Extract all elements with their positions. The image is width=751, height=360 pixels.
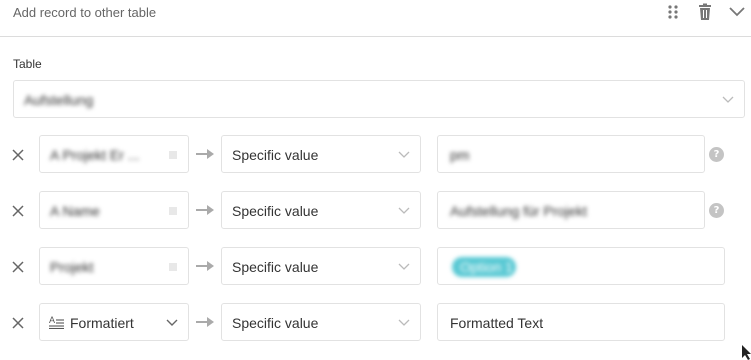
value-input[interactable]: pm xyxy=(437,135,705,173)
chevron-down-icon xyxy=(169,207,177,215)
svg-text:A: A xyxy=(49,315,55,325)
table-select[interactable]: Aufstellung xyxy=(13,80,745,118)
value-mode-select[interactable]: Specific value xyxy=(221,135,421,173)
chevron-down-icon xyxy=(169,263,177,271)
value-mode-select[interactable]: Specific value xyxy=(221,191,421,229)
source-column-value: Projekt xyxy=(50,259,94,275)
drag-handle-icon[interactable] xyxy=(663,3,683,21)
table-select-value: Aufstellung xyxy=(24,92,94,108)
remove-mapping-close-icon[interactable] xyxy=(11,204,25,218)
option-value-input[interactable]: Option 1 xyxy=(437,247,725,285)
chevron-down-icon xyxy=(398,261,410,271)
mouse-cursor-icon xyxy=(741,345,751,360)
value-input-text: Aufstellung für Projekt xyxy=(450,203,587,219)
source-column-value: Formatiert xyxy=(70,315,134,331)
table-label: Table xyxy=(13,57,42,71)
source-column-value: A Name xyxy=(50,203,100,219)
action-title: Add record to other table xyxy=(13,5,157,20)
arrow-right-icon xyxy=(196,149,214,159)
value-mode-label: Specific value xyxy=(232,315,319,331)
help-icon[interactable]: ? xyxy=(709,203,724,218)
value-mode-select[interactable]: Specific value xyxy=(221,303,421,341)
value-mode-select[interactable]: Specific value xyxy=(221,247,421,285)
option-pill-label: Option 1 xyxy=(460,259,513,275)
collapse-chevron-icon[interactable] xyxy=(727,3,747,21)
value-input-text: pm xyxy=(450,147,470,163)
arrow-right-icon xyxy=(196,205,214,215)
chevron-down-icon xyxy=(722,94,734,104)
arrow-right-icon xyxy=(196,261,214,271)
action-header: Add record to other table xyxy=(0,0,751,37)
source-column-value: A Projekt Er ... xyxy=(50,147,140,163)
value-mode-label: Specific value xyxy=(232,147,319,163)
remove-mapping-close-icon[interactable] xyxy=(11,316,25,330)
value-input[interactable]: Aufstellung für Projekt xyxy=(437,191,705,229)
value-input-text: Formatted Text xyxy=(450,315,544,331)
help-icon[interactable]: ? xyxy=(709,147,724,162)
chevron-down-icon xyxy=(398,317,410,327)
arrow-right-icon xyxy=(196,317,214,327)
value-mode-label: Specific value xyxy=(232,259,319,275)
source-column-select[interactable]: A Formatiert xyxy=(39,303,189,341)
trash-icon[interactable] xyxy=(695,3,715,21)
chevron-down-icon xyxy=(166,317,178,327)
remove-mapping-close-icon[interactable] xyxy=(11,260,25,274)
source-column-select[interactable]: A Projekt Er ... xyxy=(39,135,189,173)
chevron-down-icon xyxy=(169,151,177,159)
source-column-select[interactable]: A Name xyxy=(39,191,189,229)
source-column-select[interactable]: Projekt xyxy=(39,247,189,285)
remove-mapping-close-icon[interactable] xyxy=(11,148,25,162)
formatted-text-icon: A xyxy=(49,315,64,329)
value-mode-label: Specific value xyxy=(232,203,319,219)
chevron-down-icon xyxy=(398,205,410,215)
formatted-text-input[interactable]: Formatted Text xyxy=(437,303,725,341)
chevron-down-icon xyxy=(398,149,410,159)
